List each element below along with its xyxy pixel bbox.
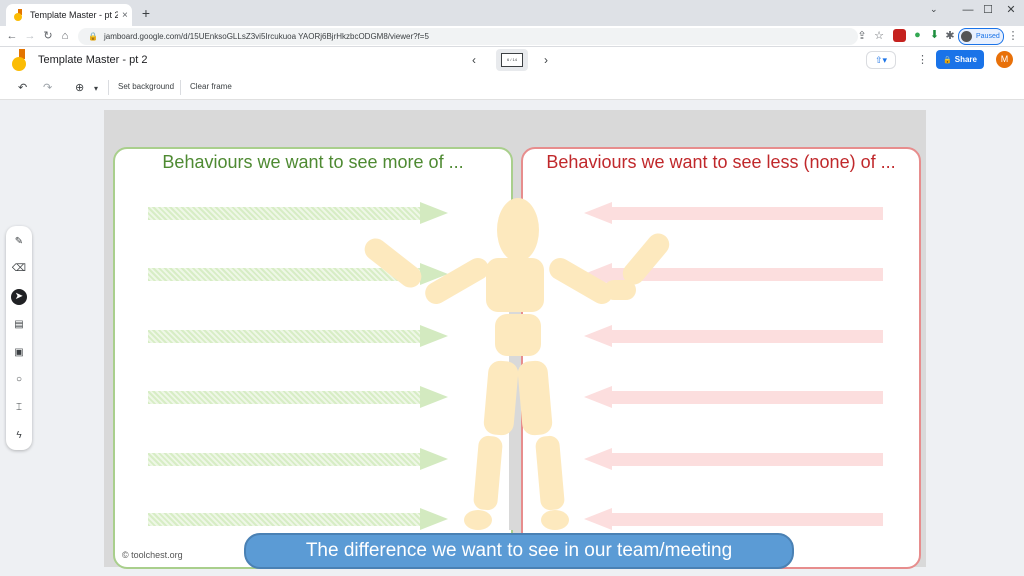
evernote-extension-icon[interactable]: ●	[911, 29, 924, 42]
previous-frame-icon[interactable]: ‹	[472, 53, 476, 67]
set-background-button[interactable]: Set background	[118, 82, 174, 91]
present-button[interactable]: ⇧▾	[866, 51, 896, 69]
reload-icon[interactable]: ↻	[41, 29, 55, 43]
jamboard-logo-icon	[12, 49, 26, 71]
jamboard-favicon-icon	[14, 9, 22, 21]
close-window-button[interactable]: ✕	[996, 0, 1024, 22]
star-icon[interactable]: ☆	[872, 29, 886, 43]
laser-icon[interactable]: ϟ	[11, 428, 27, 444]
redo-icon[interactable]: ↷	[43, 81, 52, 94]
mannequin-hips	[495, 314, 541, 356]
team-difference-banner: The difference we want to see in our tea…	[244, 533, 794, 569]
url-text[interactable]: jamboard.google.com/d/15UEnksoGLLsZ3vi5I…	[104, 32, 429, 41]
sticky-note-icon[interactable]: ▤	[11, 317, 27, 333]
back-arrow-icon[interactable]: ←	[5, 29, 19, 43]
download-extension-icon[interactable]: ⬇	[928, 29, 941, 42]
frame-counter: 6 / 14	[501, 53, 523, 67]
tool-panel	[6, 226, 32, 450]
select-icon[interactable]: ➤	[11, 289, 27, 305]
account-avatar[interactable]: M	[996, 51, 1013, 68]
eraser-icon[interactable]: ⌫	[11, 261, 27, 277]
document-title[interactable]: Template Master - pt 2	[38, 54, 147, 66]
lock-icon[interactable]: 🔒	[88, 32, 98, 41]
copyright-text: © toolchest.org	[122, 550, 183, 560]
frame-bar-button[interactable]: 6 / 14	[496, 49, 528, 71]
tab-search-icon[interactable]: ⌄	[930, 4, 938, 15]
paused-label: Paused	[976, 33, 1000, 40]
share-page-icon[interactable]: ⇪	[855, 29, 869, 43]
clear-frame-button[interactable]: Clear frame	[190, 82, 232, 91]
share-button[interactable]: 🔒 Share	[936, 50, 984, 69]
lock-icon: 🔒	[943, 56, 952, 64]
tab-title: Template Master - pt 2 - Google	[30, 10, 118, 20]
mannequin-torso	[486, 258, 544, 312]
undo-icon[interactable]: ↶	[18, 81, 27, 94]
browser-menu-icon[interactable]: ⋮	[1006, 29, 1020, 43]
tab-close-icon[interactable]: ×	[122, 10, 128, 21]
more-options-icon[interactable]: ⋮	[917, 53, 928, 66]
address-bar[interactable]: 🔒 jamboard.google.com/d/15UEnksoGLLsZ3vi…	[78, 28, 858, 45]
new-tab-button[interactable]: +	[138, 5, 154, 21]
calendar-extension-icon[interactable]	[893, 29, 906, 42]
zoom-dropdown-icon[interactable]: ▾	[94, 84, 98, 93]
forward-arrow-icon[interactable]: →	[23, 29, 37, 43]
next-frame-icon[interactable]: ›	[544, 53, 548, 67]
image-icon[interactable]: ▣	[11, 345, 27, 361]
mannequin-head	[497, 198, 539, 262]
textbox-icon[interactable]: ⌶	[11, 400, 27, 416]
circle-icon[interactable]: ○	[11, 372, 27, 388]
pen-icon[interactable]: ✎	[11, 234, 27, 250]
share-label: Share	[954, 55, 977, 64]
more-of-heading: Behaviours we want to see more of ...	[162, 152, 464, 172]
browser-tab[interactable]: Template Master - pt 2 - Google ×	[6, 4, 132, 26]
avatar	[961, 31, 972, 42]
home-icon[interactable]: ⌂	[58, 29, 72, 43]
extensions-icon[interactable]: ✱	[943, 29, 957, 43]
mannequin-figure	[364, 198, 670, 530]
toolbar-divider	[108, 80, 109, 95]
zoom-icon[interactable]: ⊕	[75, 81, 84, 94]
less-of-heading: Behaviours we want to see less (none) of…	[546, 152, 896, 172]
present-icon: ⇧▾	[874, 54, 888, 65]
profile-paused-button[interactable]: Paused	[958, 28, 1004, 45]
toolbar-divider	[180, 80, 181, 95]
